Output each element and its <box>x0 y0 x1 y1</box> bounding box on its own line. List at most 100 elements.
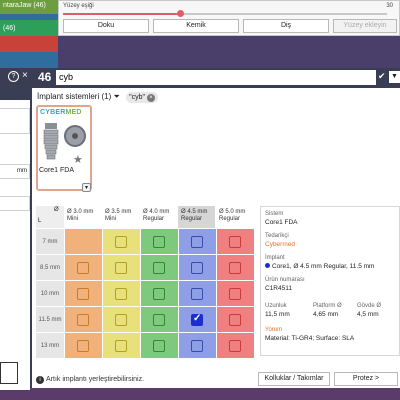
column-header-2[interactable]: Ø 3.5 mm Mini <box>102 206 139 228</box>
bg-item-2-label: (46) <box>3 25 16 32</box>
tooth-button[interactable]: Diş <box>243 19 329 33</box>
size-checkbox[interactable] <box>191 288 203 300</box>
star-icon[interactable]: ★ <box>73 153 83 166</box>
close-icon[interactable]: × <box>22 70 28 81</box>
size-checkbox[interactable] <box>229 262 241 274</box>
lock-icon[interactable]: ▾ <box>82 183 91 192</box>
threshold-slider[interactable] <box>63 10 387 17</box>
surface-threshold-dialog: Yüzey eşiği 30 Doku Kemik Diş Yüzey ekle… <box>58 0 400 36</box>
implant-label: İmplant <box>265 255 285 261</box>
column-header-4[interactable]: Ø 4.5 mm Regular <box>178 206 215 228</box>
size-cell[interactable] <box>64 332 102 358</box>
implant-value: Core1, Ø 4.5 mm Regular, 11.5 mm <box>265 263 374 270</box>
size-cell[interactable] <box>178 280 216 306</box>
size-checkbox[interactable] <box>191 340 203 352</box>
size-checkbox[interactable] <box>77 314 89 326</box>
column-diameter: Ø 4.0 mm <box>143 209 170 215</box>
chevron-down-icon[interactable]: ▼ <box>389 71 400 83</box>
grid-corner-diameter: Ø <box>54 207 59 213</box>
size-checkbox[interactable] <box>153 236 165 248</box>
implant-card[interactable]: CYBERMED ★ Core1 FDA ▾ <box>36 105 92 192</box>
size-checkbox[interactable] <box>115 236 127 248</box>
size-checkbox[interactable] <box>77 288 89 300</box>
size-cell[interactable] <box>216 332 254 358</box>
size-cell[interactable] <box>102 254 140 280</box>
product-number-label: Ürün numarası <box>265 277 305 283</box>
tissue-button[interactable]: Doku <box>63 19 149 33</box>
bg-item-2: (46) <box>0 20 58 36</box>
size-checkbox[interactable] <box>191 236 203 248</box>
info-icon: i <box>36 376 44 384</box>
size-checkbox[interactable] <box>229 340 241 352</box>
size-checkbox[interactable] <box>229 288 241 300</box>
size-cell[interactable] <box>140 332 178 358</box>
size-cell[interactable] <box>64 280 102 306</box>
size-cell[interactable] <box>102 306 140 332</box>
bottom-background <box>0 388 400 400</box>
column-header-5[interactable]: Ø 5.0 mm Regular <box>216 206 253 228</box>
size-cell[interactable] <box>102 332 140 358</box>
implant-dot-icon <box>265 263 270 268</box>
help-icon[interactable]: ? <box>8 71 19 82</box>
left-bottom-field[interactable] <box>0 362 18 384</box>
size-cell[interactable] <box>216 306 254 332</box>
size-checkbox-checked[interactable] <box>191 313 203 326</box>
add-surface-button[interactable]: Yüzey ekleyin <box>333 19 397 33</box>
size-checkbox[interactable] <box>229 314 241 326</box>
chip-close-icon[interactable]: × <box>147 94 155 102</box>
bone-button[interactable]: Kemik <box>153 19 239 33</box>
product-number-value: C1R4511 <box>265 285 292 292</box>
size-checkbox[interactable] <box>77 340 89 352</box>
left-field-1[interactable] <box>0 108 30 134</box>
prosthesis-button[interactable]: Protez > <box>334 372 398 386</box>
size-cell[interactable] <box>64 306 102 332</box>
filter-chip[interactable]: "cyb" × <box>126 92 158 103</box>
size-cell[interactable] <box>64 254 102 280</box>
grid-corner: Ø L <box>36 206 64 228</box>
column-header-1[interactable]: Ø 3.0 mm Mini <box>64 206 101 228</box>
column-header-3[interactable]: Ø 4.0 mm Regular <box>140 206 177 228</box>
size-cell[interactable] <box>178 228 216 254</box>
search-input[interactable] <box>56 70 376 85</box>
size-cell[interactable] <box>140 280 178 306</box>
body-diameter-value: 4,5 mm <box>357 311 379 318</box>
size-checkbox[interactable] <box>115 314 127 326</box>
size-checkbox[interactable] <box>229 236 241 248</box>
size-cell[interactable] <box>178 254 216 280</box>
size-checkbox[interactable] <box>115 262 127 274</box>
size-checkbox[interactable] <box>153 314 165 326</box>
column-type: Mini <box>105 216 117 222</box>
collars-tools-button[interactable]: Kolluklar / Takımlar <box>258 372 330 386</box>
size-checkbox[interactable] <box>153 340 165 352</box>
size-checkbox[interactable] <box>153 262 165 274</box>
bg-item-3 <box>0 36 58 52</box>
size-cell[interactable] <box>178 306 216 332</box>
column-type: Mini <box>67 216 79 222</box>
comment-label: Yorum <box>265 327 283 333</box>
system-label: Sistem <box>265 211 284 217</box>
size-checkbox[interactable] <box>153 288 165 300</box>
column-type: Regular <box>181 216 203 222</box>
column-diameter: Ø 5.0 mm <box>219 209 246 215</box>
left-field-3[interactable] <box>0 196 30 211</box>
size-checkbox[interactable] <box>77 262 89 274</box>
grid-corner-length: L <box>38 218 42 224</box>
size-cell[interactable] <box>140 254 178 280</box>
size-cell[interactable] <box>140 306 178 332</box>
size-checkbox[interactable] <box>191 262 203 274</box>
size-cell[interactable] <box>216 280 254 306</box>
slider-fill <box>63 13 180 15</box>
size-cell[interactable] <box>140 228 178 254</box>
checkmark-icon[interactable]: ✔ <box>378 71 386 82</box>
size-cell[interactable] <box>102 280 140 306</box>
size-checkbox[interactable] <box>115 288 127 300</box>
slider-value: 30 <box>386 3 393 9</box>
left-field-2[interactable]: mm <box>0 164 30 179</box>
size-cell[interactable] <box>178 332 216 358</box>
filter-icon[interactable]: ⏷ <box>113 92 119 101</box>
size-cell[interactable] <box>216 254 254 280</box>
size-checkbox[interactable] <box>115 340 127 352</box>
size-cell[interactable] <box>102 228 140 254</box>
slider-knob[interactable] <box>176 10 184 17</box>
size-cell[interactable] <box>216 228 254 254</box>
